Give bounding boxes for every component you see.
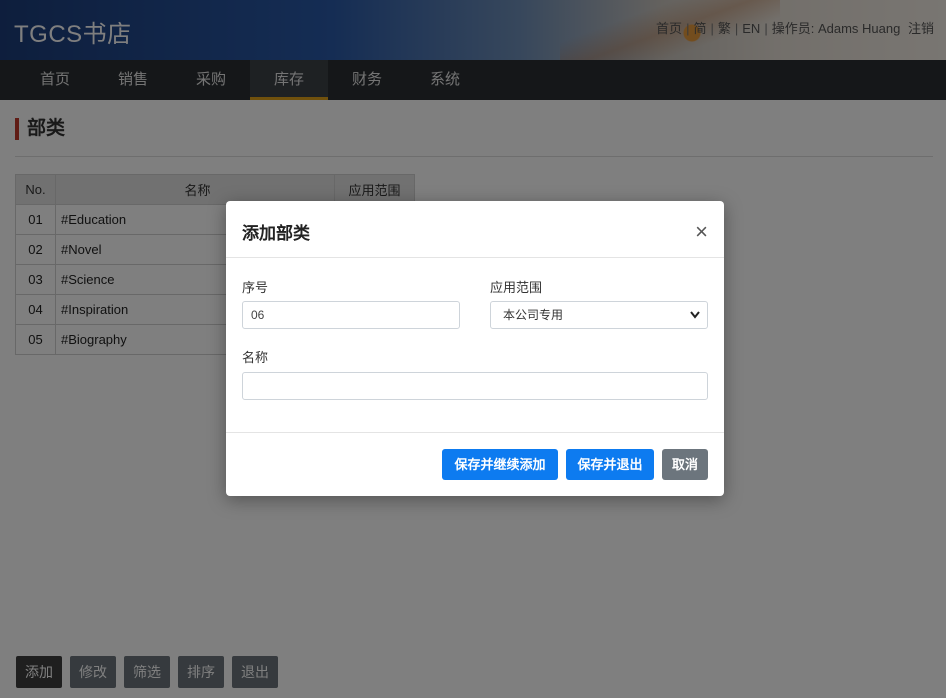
dialog-title: 添加部类 (242, 224, 310, 243)
scope-selected-value: 本公司专用 (503, 308, 564, 322)
close-icon[interactable]: × (695, 221, 708, 243)
scope-select[interactable]: 本公司专用 (490, 301, 708, 329)
cancel-button[interactable]: 取消 (662, 449, 708, 480)
seq-input[interactable]: 06 (242, 301, 460, 329)
name-label: 名称 (242, 350, 269, 365)
dialog-footer-divider (226, 432, 724, 433)
name-input[interactable] (242, 372, 708, 400)
seq-label: 序号 (242, 280, 269, 295)
dialog-header-divider (226, 257, 724, 258)
save-exit-button[interactable]: 保存并退出 (566, 449, 654, 480)
save-continue-button[interactable]: 保存并继续添加 (442, 449, 558, 480)
scope-label: 应用范围 (490, 280, 543, 295)
chevron-down-icon (689, 302, 701, 337)
add-category-dialog: 添加部类 × 序号 06 应用范围 本公司专用 名称 保存并继续添加 保存并退出… (226, 201, 724, 496)
